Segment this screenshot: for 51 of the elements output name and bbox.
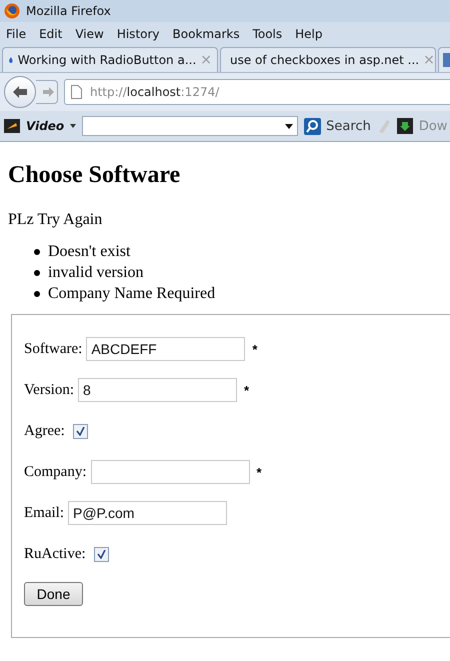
menu-item[interactable]: Bookmarks	[172, 26, 240, 40]
clapper-icon	[4, 119, 20, 133]
menu-item[interactable]: Tools	[252, 26, 282, 40]
required-mark: *	[256, 464, 262, 480]
text-field[interactable]: ABCDEFF	[86, 337, 246, 361]
menu-item[interactable]: Help	[295, 26, 322, 40]
search-icon	[304, 118, 322, 134]
browser-tab[interactable]: use of checkboxes in asp.net ... ×	[220, 47, 436, 72]
text-field[interactable]	[90, 460, 250, 484]
checkbox[interactable]	[94, 546, 109, 562]
checkbox[interactable]	[72, 424, 88, 438]
done-button[interactable]: Done	[24, 582, 83, 606]
field-label: Software:	[24, 340, 82, 358]
address-bar[interactable]: http://localhost:1274/	[64, 79, 450, 105]
window-title: Mozilla Firefox	[26, 4, 111, 18]
error-item: invalid version	[48, 263, 144, 283]
error-message: PLz Try Again	[8, 211, 104, 229]
forward-button[interactable]	[36, 80, 58, 104]
bullet-icon	[34, 290, 40, 296]
caret-icon	[285, 124, 294, 128]
video-menu[interactable]: Video	[26, 119, 64, 133]
download-icon	[396, 118, 413, 134]
menu-item[interactable]: History	[116, 26, 160, 40]
caret-icon[interactable]	[70, 124, 76, 128]
field-label: Email:	[24, 504, 64, 522]
text-field[interactable]: P@P.com	[68, 501, 227, 525]
menu-item[interactable]: View	[75, 26, 104, 40]
browser-logo-icon	[4, 3, 20, 19]
bullet-icon	[34, 248, 40, 254]
right-arrow-icon	[42, 87, 54, 97]
bullet-icon	[34, 270, 40, 276]
page-heading: Choose Software	[8, 162, 182, 189]
back-button[interactable]	[4, 76, 36, 108]
field-label: Version:	[24, 382, 74, 398]
text-field[interactable]: 8	[78, 378, 237, 402]
left-arrow-icon	[12, 85, 28, 99]
browser-tab[interactable]: Working with RadioButton a... ×	[2, 47, 218, 72]
error-item: Doesn't exist	[48, 242, 130, 262]
search-field[interactable]	[82, 116, 298, 136]
field-label: Agree:	[24, 422, 65, 440]
search-button[interactable]: Search	[304, 118, 371, 134]
field-label: Company:	[24, 464, 86, 480]
required-mark: *	[252, 342, 258, 356]
error-item: Company Name Required	[48, 284, 216, 304]
field-label: RuActive:	[24, 546, 86, 562]
tab-label: Working with RadioButton a...	[18, 53, 196, 67]
required-mark: *	[244, 382, 250, 398]
menu-item[interactable]: File	[6, 26, 26, 40]
menu-item[interactable]: Edit	[39, 26, 62, 40]
tab-label: use of checkboxes in asp.net ...	[230, 53, 420, 67]
url-text: http://localhost:1274/	[90, 85, 220, 99]
